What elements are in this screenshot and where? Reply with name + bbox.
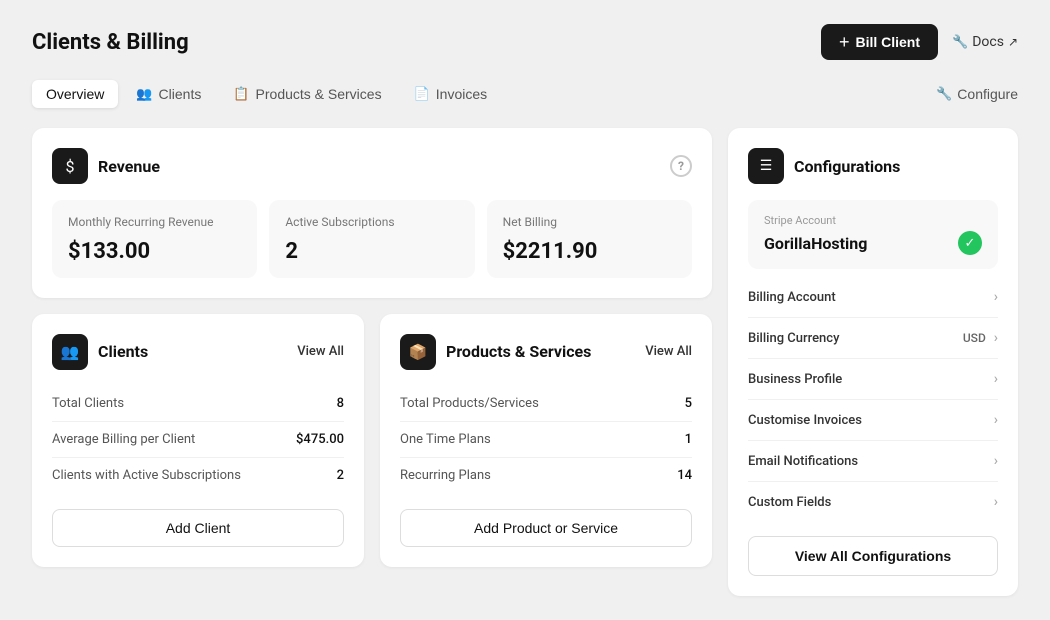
config-billing-currency[interactable]: Billing Currency USD › [748, 318, 998, 359]
configurations-title: Configurations [794, 157, 900, 176]
external-link-icon: ↗ [1008, 35, 1018, 49]
clients-tab-icon: 👥 [136, 86, 152, 102]
view-all-configurations-button[interactable]: View All Configurations [748, 536, 998, 576]
tab-invoices[interactable]: 📄 Invoices [400, 80, 502, 108]
metric-active-subs-label: Active Subscriptions [285, 214, 458, 231]
stat-total-clients: Total Clients 8 [52, 386, 344, 422]
stripe-account-box: Stripe Account GorillaHosting ✓ [748, 200, 998, 269]
bill-client-button[interactable]: + Bill Client [821, 24, 938, 60]
tab-overview[interactable]: Overview [32, 80, 118, 108]
stat-clients-active-subs: Clients with Active Subscriptions 2 [52, 458, 344, 493]
config-email-notifications[interactable]: Email Notifications › [748, 441, 998, 482]
stat-one-time-plans: One Time Plans 1 [400, 422, 692, 458]
metric-active-subs: Active Subscriptions 2 [269, 200, 474, 278]
products-title: Products & Services [446, 342, 591, 361]
wrench-icon: 🔧 [952, 35, 968, 50]
metric-net-billing-value: $2211.90 [503, 239, 676, 264]
configurations-card: ☰ Configurations Stripe Account GorillaH… [728, 128, 1018, 596]
stripe-account-name: GorillaHosting [764, 234, 867, 253]
stat-recurring-plans: Recurring Plans 14 [400, 458, 692, 493]
chevron-right-icon: › [994, 330, 998, 346]
add-client-button[interactable]: Add Client [52, 509, 344, 547]
tab-products-services[interactable]: 📋 Products & Services [219, 80, 395, 108]
metric-active-subs-value: 2 [285, 239, 458, 264]
stat-avg-billing: Average Billing per Client $475.00 [52, 422, 344, 458]
clients-card: 👥 Clients View All Total Clients 8 Avera… [32, 314, 364, 567]
revenue-icon: $ [52, 148, 88, 184]
chevron-right-icon: › [994, 412, 998, 428]
products-icon: 📦 [400, 334, 436, 370]
clients-icon: 👥 [52, 334, 88, 370]
clients-stats-list: Total Clients 8 Average Billing per Clie… [52, 386, 344, 493]
config-custom-fields[interactable]: Custom Fields › [748, 482, 998, 522]
products-services-card: 📦 Products & Services View All Total Pro… [380, 314, 712, 567]
metric-mrr: Monthly Recurring Revenue $133.00 [52, 200, 257, 278]
clients-title: Clients [98, 342, 148, 361]
invoices-tab-icon: 📄 [414, 86, 430, 102]
products-view-all[interactable]: View All [645, 344, 692, 359]
metric-net-billing-label: Net Billing [503, 214, 676, 231]
chevron-right-icon: › [994, 453, 998, 469]
add-product-service-button[interactable]: Add Product or Service [400, 509, 692, 547]
docs-link[interactable]: 🔧 Docs ↗ [952, 34, 1018, 50]
products-stats-list: Total Products/Services 5 One Time Plans… [400, 386, 692, 493]
configure-button[interactable]: 🔧 Configure [936, 86, 1018, 102]
chevron-right-icon: › [994, 371, 998, 387]
configurations-icon: ☰ [748, 148, 784, 184]
revenue-metrics: Monthly Recurring Revenue $133.00 Active… [52, 200, 692, 278]
config-business-profile[interactable]: Business Profile › [748, 359, 998, 400]
tab-clients[interactable]: 👥 Clients [122, 80, 215, 108]
wrench-configure-icon: 🔧 [936, 86, 952, 102]
currency-value: USD [963, 331, 986, 345]
metric-net-billing: Net Billing $2211.90 [487, 200, 692, 278]
chevron-right-icon: › [994, 494, 998, 510]
products-tab-icon: 📋 [233, 86, 249, 102]
config-list: Billing Account › Billing Currency USD › [748, 277, 998, 522]
metric-mrr-label: Monthly Recurring Revenue [68, 214, 241, 231]
config-billing-account[interactable]: Billing Account › [748, 277, 998, 318]
stat-total-products: Total Products/Services 5 [400, 386, 692, 422]
stripe-account-label: Stripe Account [764, 214, 982, 227]
config-customise-invoices[interactable]: Customise Invoices › [748, 400, 998, 441]
clients-view-all[interactable]: View All [297, 344, 344, 359]
page-title: Clients & Billing [32, 30, 189, 55]
stripe-connected-icon: ✓ [958, 231, 982, 255]
chevron-right-icon: › [994, 289, 998, 305]
metric-mrr-value: $133.00 [68, 239, 241, 264]
revenue-title: Revenue [98, 157, 160, 176]
revenue-card: $ Revenue ? Monthly Recurring Revenue $1… [32, 128, 712, 298]
help-icon[interactable]: ? [670, 155, 692, 177]
